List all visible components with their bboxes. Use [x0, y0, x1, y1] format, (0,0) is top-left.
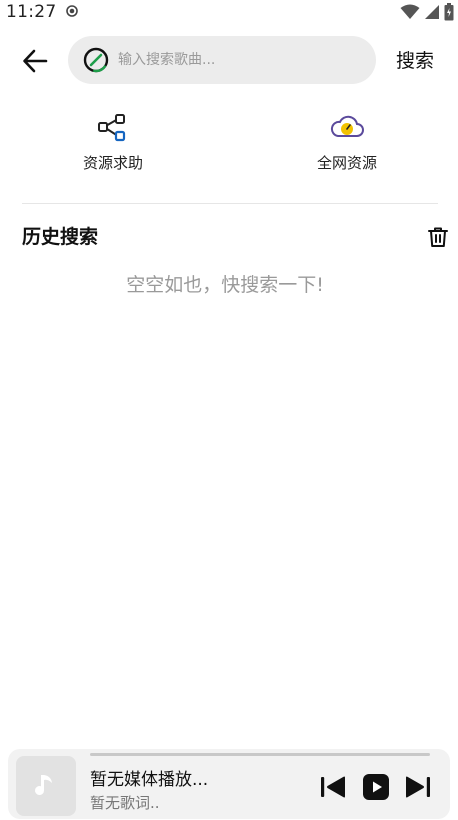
- share-nodes-icon: [98, 114, 126, 142]
- playback-progress-bar[interactable]: [90, 753, 430, 756]
- history-title: 历史搜索: [22, 226, 99, 248]
- app-logo-icon: [83, 47, 109, 73]
- mini-player[interactable]: 暂无媒体播放... 暂无歌词..: [8, 749, 450, 819]
- arrow-left-icon: [23, 49, 48, 73]
- search-box[interactable]: [68, 36, 376, 84]
- trash-icon[interactable]: [426, 225, 450, 249]
- search-header: 搜索: [0, 34, 458, 86]
- next-track-icon[interactable]: [404, 773, 432, 801]
- record-indicator-icon: [66, 5, 78, 17]
- album-cover[interactable]: [16, 756, 76, 816]
- status-icons: [400, 3, 454, 21]
- status-bar: 11:27: [0, 0, 458, 26]
- back-button[interactable]: [18, 44, 52, 78]
- battery-icon: [444, 3, 454, 21]
- song-title: 暂无媒体播放...: [90, 770, 209, 790]
- history-empty-message: 空空如也，快搜索一下!: [126, 274, 324, 296]
- signal-icon: [425, 5, 439, 19]
- cloud-icon: [330, 115, 364, 137]
- previous-track-icon[interactable]: [319, 773, 347, 801]
- song-lyric: 暂无歌词..: [90, 794, 160, 812]
- all-network-button[interactable]: 全网资源: [277, 110, 417, 173]
- search-button[interactable]: 搜索: [396, 46, 434, 73]
- all-network-label: 全网资源: [316, 154, 377, 172]
- resource-help-label: 资源求助: [82, 154, 143, 172]
- quick-actions: 资源求助 全网资源: [0, 110, 458, 180]
- status-time: 11:27: [6, 2, 57, 22]
- wifi-icon: [400, 4, 420, 19]
- divider: [22, 203, 438, 204]
- music-note-icon: [35, 775, 52, 796]
- resource-help-button[interactable]: 资源求助: [43, 110, 183, 173]
- search-input[interactable]: [118, 36, 358, 84]
- play-icon[interactable]: [362, 773, 390, 801]
